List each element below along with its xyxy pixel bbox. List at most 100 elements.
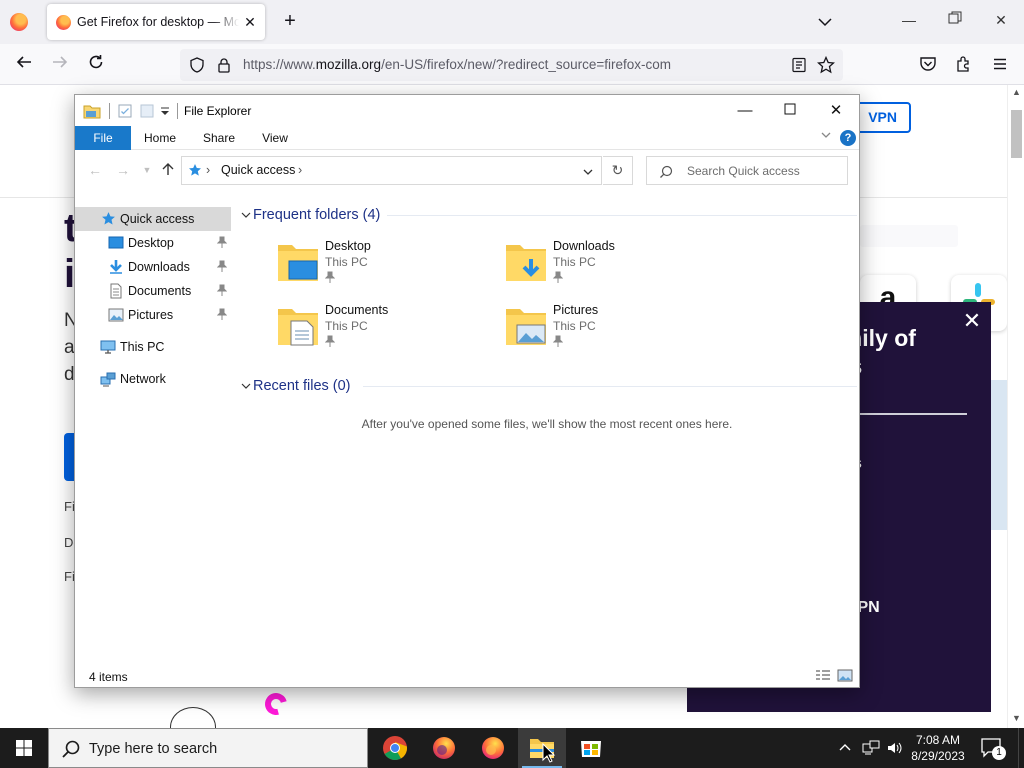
pin-icon bbox=[216, 308, 228, 323]
breadcrumb-chevron-icon[interactable]: › bbox=[298, 163, 302, 177]
scrollbar-thumb[interactable] bbox=[1011, 110, 1022, 158]
tab-home[interactable]: Home bbox=[137, 126, 183, 150]
folder-location: This PC bbox=[325, 255, 368, 269]
show-desktop-button[interactable] bbox=[1018, 728, 1024, 768]
browser-close-button[interactable]: ✕ bbox=[991, 10, 1011, 30]
up-arrow-icon[interactable] bbox=[160, 162, 176, 178]
collapse-chevron-icon[interactable] bbox=[241, 378, 253, 394]
folder-tile-desktop[interactable]: Desktop This PC bbox=[277, 239, 477, 303]
breadcrumb[interactable]: Quick access bbox=[221, 163, 295, 177]
microsoft-store-icon[interactable] bbox=[567, 728, 615, 768]
recent-files-header[interactable]: Recent files (0) bbox=[241, 378, 351, 394]
nav-item-quick-access[interactable]: Quick access bbox=[75, 207, 231, 231]
taskbar: Type here to search 7:08 AM 8/29/2023 1 bbox=[0, 728, 1024, 768]
documents-icon bbox=[108, 283, 124, 299]
search-box[interactable]: Search Quick access bbox=[646, 156, 848, 185]
refresh-button[interactable]: ↻ bbox=[603, 156, 633, 185]
list-all-tabs-button[interactable] bbox=[815, 12, 835, 32]
expand-ribbon-chevron-icon[interactable] bbox=[820, 129, 832, 144]
scroll-up-arrow-icon[interactable]: ▲ bbox=[1008, 87, 1024, 97]
recent-locations-chevron-icon[interactable]: ▼ bbox=[139, 162, 155, 178]
explorer-maximize-button[interactable] bbox=[777, 99, 803, 123]
back-button[interactable] bbox=[12, 53, 36, 77]
details-view-icon[interactable] bbox=[815, 669, 831, 683]
explorer-close-button[interactable]: ✕ bbox=[823, 99, 849, 123]
frequent-folders-header[interactable]: Frequent folders (4) bbox=[241, 207, 380, 223]
nav-label: Quick access bbox=[120, 212, 195, 226]
nav-item-this-pc[interactable]: This PC bbox=[75, 335, 233, 359]
new-tab-button[interactable]: + bbox=[279, 10, 301, 32]
start-windows-icon[interactable] bbox=[0, 728, 48, 768]
search-icon bbox=[61, 739, 81, 762]
pin-icon bbox=[216, 260, 228, 275]
folder-location: This PC bbox=[325, 319, 368, 333]
browser-minimize-button[interactable]: — bbox=[899, 10, 919, 30]
customize-qat-chevron-icon[interactable] bbox=[159, 103, 175, 119]
firefox-view-icon[interactable] bbox=[10, 13, 28, 31]
downloads-folder-icon bbox=[505, 239, 547, 287]
url-bar[interactable]: https://www.mozilla.org/en-US/firefox/ne… bbox=[180, 49, 843, 81]
scroll-down-arrow-icon[interactable]: ▼ bbox=[1008, 713, 1024, 723]
folder-tile-pictures[interactable]: Pictures This PC bbox=[505, 303, 705, 367]
explorer-forward-arrow-icon[interactable]: → bbox=[115, 162, 131, 178]
firefox-icon[interactable] bbox=[420, 728, 468, 768]
show-hidden-icons-chevron-icon[interactable] bbox=[838, 740, 852, 757]
explorer-minimize-button[interactable]: — bbox=[732, 99, 758, 123]
desktop-folder-icon bbox=[277, 239, 319, 287]
help-icon[interactable]: ? bbox=[840, 130, 856, 146]
address-bar[interactable]: › Quick access › bbox=[181, 156, 602, 185]
folder-tile-downloads[interactable]: Downloads This PC bbox=[505, 239, 705, 303]
browser-maximize-button[interactable] bbox=[945, 10, 965, 30]
explorer-back-arrow-icon[interactable]: ← bbox=[87, 162, 103, 178]
tab-close-icon[interactable]: ✕ bbox=[241, 13, 259, 31]
group-title: Frequent folders (4) bbox=[253, 207, 381, 223]
browser-navigation-bar: https://www.mozilla.org/en-US/firefox/ne… bbox=[0, 44, 1024, 85]
folder-tile-documents[interactable]: Documents This PC bbox=[277, 303, 477, 367]
group-divider bbox=[363, 386, 857, 387]
page-scrollbar[interactable]: ▲ ▼ bbox=[1007, 85, 1024, 728]
tab-view[interactable]: View bbox=[255, 126, 295, 150]
system-clock[interactable]: 7:08 AM 8/29/2023 bbox=[903, 732, 973, 764]
pin-icon bbox=[324, 335, 336, 350]
new-folder-icon[interactable] bbox=[139, 103, 155, 119]
pocket-icon[interactable] bbox=[919, 55, 937, 73]
tab-file[interactable]: File bbox=[75, 126, 131, 150]
action-center-icon[interactable]: 1 bbox=[980, 736, 1006, 760]
folder-name: Downloads bbox=[553, 239, 615, 253]
browser-tab-active[interactable]: Get Firefox for desktop — Mozilla ✕ bbox=[47, 4, 265, 40]
file-explorer-window: File Explorer — ✕ File Home Share View ?… bbox=[74, 94, 860, 688]
collapse-chevron-icon[interactable] bbox=[241, 207, 253, 223]
volume-icon[interactable] bbox=[886, 740, 904, 759]
firefox-favicon-icon bbox=[56, 15, 71, 30]
reload-button[interactable] bbox=[84, 53, 108, 77]
large-icons-view-icon[interactable] bbox=[837, 669, 853, 683]
network-status-icon[interactable] bbox=[862, 740, 880, 759]
lock-icon[interactable] bbox=[216, 57, 232, 76]
nav-item-pictures[interactable]: Pictures bbox=[75, 303, 233, 327]
nav-item-desktop[interactable]: Desktop bbox=[75, 231, 233, 255]
extensions-icon[interactable] bbox=[955, 55, 973, 73]
bookmark-star-icon[interactable] bbox=[816, 55, 836, 77]
nav-item-documents[interactable]: Documents bbox=[75, 279, 233, 303]
quick-access-star-icon bbox=[188, 163, 202, 180]
pictures-icon bbox=[108, 307, 124, 323]
nav-item-downloads[interactable]: Downloads bbox=[75, 255, 233, 279]
firefox-dev-icon[interactable] bbox=[469, 728, 517, 768]
clock-time: 7:08 AM bbox=[915, 733, 961, 747]
browser-tab-bar: Get Firefox for desktop — Mozilla ✕ + — … bbox=[0, 0, 1024, 44]
properties-icon[interactable] bbox=[117, 103, 133, 119]
address-dropdown-chevron-icon[interactable] bbox=[582, 166, 594, 180]
tracking-protection-shield-icon[interactable] bbox=[189, 57, 205, 76]
chrome-icon[interactable] bbox=[371, 728, 419, 768]
reader-view-icon[interactable] bbox=[791, 57, 807, 76]
nav-item-network[interactable]: Network bbox=[75, 367, 233, 391]
folder-location: This PC bbox=[553, 255, 596, 269]
recent-files-empty-message: After you've opened some files, we'll sh… bbox=[361, 417, 733, 431]
taskbar-search-box[interactable]: Type here to search bbox=[48, 728, 368, 768]
breadcrumb-chevron-icon[interactable]: › bbox=[206, 163, 210, 177]
explorer-title-bar[interactable]: File Explorer — ✕ bbox=[75, 95, 859, 126]
app-menu-hamburger-icon[interactable] bbox=[991, 55, 1009, 73]
tab-share[interactable]: Share bbox=[195, 126, 243, 150]
nav-label: Documents bbox=[128, 284, 192, 298]
forward-button[interactable] bbox=[48, 53, 72, 77]
